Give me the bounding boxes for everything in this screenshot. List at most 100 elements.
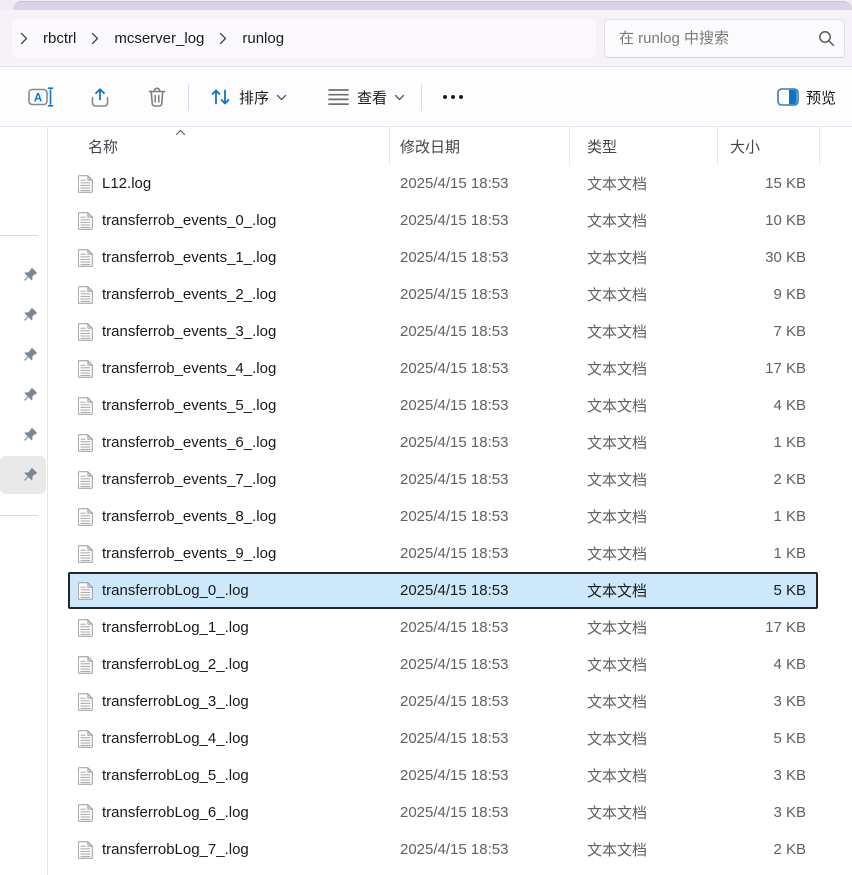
file-name-cell: transferrobLog_7_.log <box>68 841 390 859</box>
file-name-cell: transferrob_events_6_.log <box>68 434 390 452</box>
file-name-cell: transferrob_events_0_.log <box>68 212 390 230</box>
toolbar-divider <box>421 84 422 110</box>
text-document-icon <box>78 323 93 341</box>
file-row[interactable]: transferrobLog_3_.log 2025/4/15 18:53 文本… <box>68 683 818 720</box>
file-type-cell: 文本文档 <box>570 173 718 194</box>
breadcrumb-chevron-icon <box>20 32 28 45</box>
file-name-cell: transferrob_events_7_.log <box>68 471 390 489</box>
file-date-cell: 2025/4/15 18:53 <box>390 434 570 451</box>
file-row[interactable]: transferrobLog_5_.log 2025/4/15 18:53 文本… <box>68 757 818 794</box>
file-date-cell: 2025/4/15 18:53 <box>390 508 570 525</box>
file-date-cell: 2025/4/15 18:53 <box>390 730 570 747</box>
search-box[interactable] <box>604 19 845 58</box>
file-type-cell: 文本文档 <box>570 839 718 860</box>
file-name-cell: transferrob_events_4_.log <box>68 360 390 378</box>
file-name-cell: transferrobLog_4_.log <box>68 730 390 748</box>
column-header-type[interactable]: 类型 <box>570 127 718 165</box>
file-row[interactable]: transferrobLog_2_.log 2025/4/15 18:53 文本… <box>68 646 818 683</box>
svg-text:A: A <box>34 93 42 105</box>
file-name-cell: transferrob_events_5_.log <box>68 397 390 415</box>
file-name-cell: transferrob_events_3_.log <box>68 323 390 341</box>
chevron-down-icon <box>394 94 405 101</box>
column-header-date[interactable]: 修改日期 <box>390 127 570 165</box>
file-size-cell: 17 KB <box>718 360 806 377</box>
window-tab[interactable] <box>13 1 852 10</box>
file-row[interactable]: transferrob_events_9_.log 2025/4/15 18:5… <box>68 535 818 572</box>
pinned-item[interactable] <box>0 336 46 374</box>
file-date-cell: 2025/4/15 18:53 <box>390 841 570 858</box>
pushpin-icon <box>21 347 38 364</box>
file-row[interactable]: transferrob_events_6_.log 2025/4/15 18:5… <box>68 424 818 461</box>
file-date-cell: 2025/4/15 18:53 <box>390 249 570 266</box>
file-type-cell: 文本文档 <box>570 765 718 786</box>
file-explorer-window: rbctrl mcserver_log runlog A <box>0 0 852 875</box>
breadcrumb-item[interactable]: mcserver_log <box>106 26 212 51</box>
text-document-icon <box>78 471 93 489</box>
file-date-cell: 2025/4/15 18:53 <box>390 212 570 229</box>
breadcrumb-item[interactable]: rbctrl <box>35 26 84 51</box>
pinned-item[interactable] <box>0 416 46 454</box>
file-row[interactable]: transferrob_events_4_.log 2025/4/15 18:5… <box>68 350 818 387</box>
file-date-cell: 2025/4/15 18:53 <box>390 286 570 303</box>
chevron-down-icon <box>276 94 287 101</box>
file-row[interactable]: transferrob_events_8_.log 2025/4/15 18:5… <box>68 498 818 535</box>
search-input[interactable] <box>619 30 818 47</box>
text-document-icon <box>78 249 93 267</box>
preview-button[interactable]: 预览 <box>767 78 846 116</box>
file-type-cell: 文本文档 <box>570 432 718 453</box>
rename-button[interactable]: A <box>18 78 64 116</box>
file-row[interactable]: transferrob_events_1_.log 2025/4/15 18:5… <box>68 239 818 276</box>
file-size-cell: 1 KB <box>718 508 806 525</box>
file-row[interactable]: transferrobLog_4_.log 2025/4/15 18:53 文本… <box>68 720 818 757</box>
file-row[interactable]: transferrob_events_2_.log 2025/4/15 18:5… <box>68 276 818 313</box>
pinned-item[interactable] <box>0 376 46 414</box>
file-name-cell: transferrob_events_9_.log <box>68 545 390 563</box>
sidebar-divider <box>0 515 38 516</box>
file-name: transferrob_events_1_.log <box>102 249 276 266</box>
file-size-cell: 4 KB <box>718 656 806 673</box>
trash-icon <box>146 86 168 108</box>
pushpin-icon <box>21 267 38 284</box>
text-document-icon <box>78 286 93 304</box>
text-document-icon <box>78 693 93 711</box>
view-button-label: 查看 <box>357 87 387 108</box>
file-row[interactable]: transferrob_events_7_.log 2025/4/15 18:5… <box>68 461 818 498</box>
text-document-icon <box>78 545 93 563</box>
file-row[interactable]: L12.log 2025/4/15 18:53 文本文档 15 KB <box>68 165 818 202</box>
file-date-cell: 2025/4/15 18:53 <box>390 582 570 599</box>
file-name: transferrobLog_7_.log <box>102 841 249 858</box>
file-size-cell: 30 KB <box>718 249 806 266</box>
sort-button[interactable]: 排序 <box>199 78 297 116</box>
file-date-cell: 2025/4/15 18:53 <box>390 397 570 414</box>
file-size-cell: 5 KB <box>718 582 806 599</box>
pinned-item[interactable] <box>0 296 46 334</box>
breadcrumb-item[interactable]: runlog <box>234 26 292 51</box>
file-name-cell: L12.log <box>68 175 390 193</box>
file-size-cell: 9 KB <box>718 286 806 303</box>
file-row[interactable]: transferrobLog_6_.log 2025/4/15 18:53 文本… <box>68 794 818 831</box>
search-icon[interactable] <box>818 30 835 47</box>
pushpin-icon <box>21 387 38 404</box>
navigation-pane <box>0 127 48 875</box>
file-date-cell: 2025/4/15 18:53 <box>390 804 570 821</box>
share-button[interactable] <box>78 78 122 116</box>
column-header-name[interactable]: 名称 <box>68 127 390 165</box>
file-name: transferrob_events_4_.log <box>102 360 276 377</box>
sort-ascending-icon <box>175 129 186 136</box>
file-row[interactable]: transferrob_events_0_.log 2025/4/15 18:5… <box>68 202 818 239</box>
file-row[interactable]: transferrobLog_7_.log 2025/4/15 18:53 文本… <box>68 831 818 868</box>
file-row[interactable]: transferrob_events_5_.log 2025/4/15 18:5… <box>68 387 818 424</box>
pinned-item[interactable] <box>0 256 46 294</box>
text-document-icon <box>78 730 93 748</box>
pinned-item[interactable] <box>0 456 46 494</box>
file-row[interactable]: transferrobLog_0_.log 2025/4/15 18:53 文本… <box>68 572 818 609</box>
sidebar-divider <box>0 235 38 236</box>
view-button[interactable]: 查看 <box>317 78 415 116</box>
more-button[interactable] <box>432 78 474 116</box>
file-type-cell: 文本文档 <box>570 654 718 675</box>
delete-button[interactable] <box>136 78 178 116</box>
column-header-size[interactable]: 大小 <box>718 127 820 165</box>
file-row[interactable]: transferrob_events_3_.log 2025/4/15 18:5… <box>68 313 818 350</box>
tab-strip <box>0 0 852 10</box>
file-row[interactable]: transferrobLog_1_.log 2025/4/15 18:53 文本… <box>68 609 818 646</box>
